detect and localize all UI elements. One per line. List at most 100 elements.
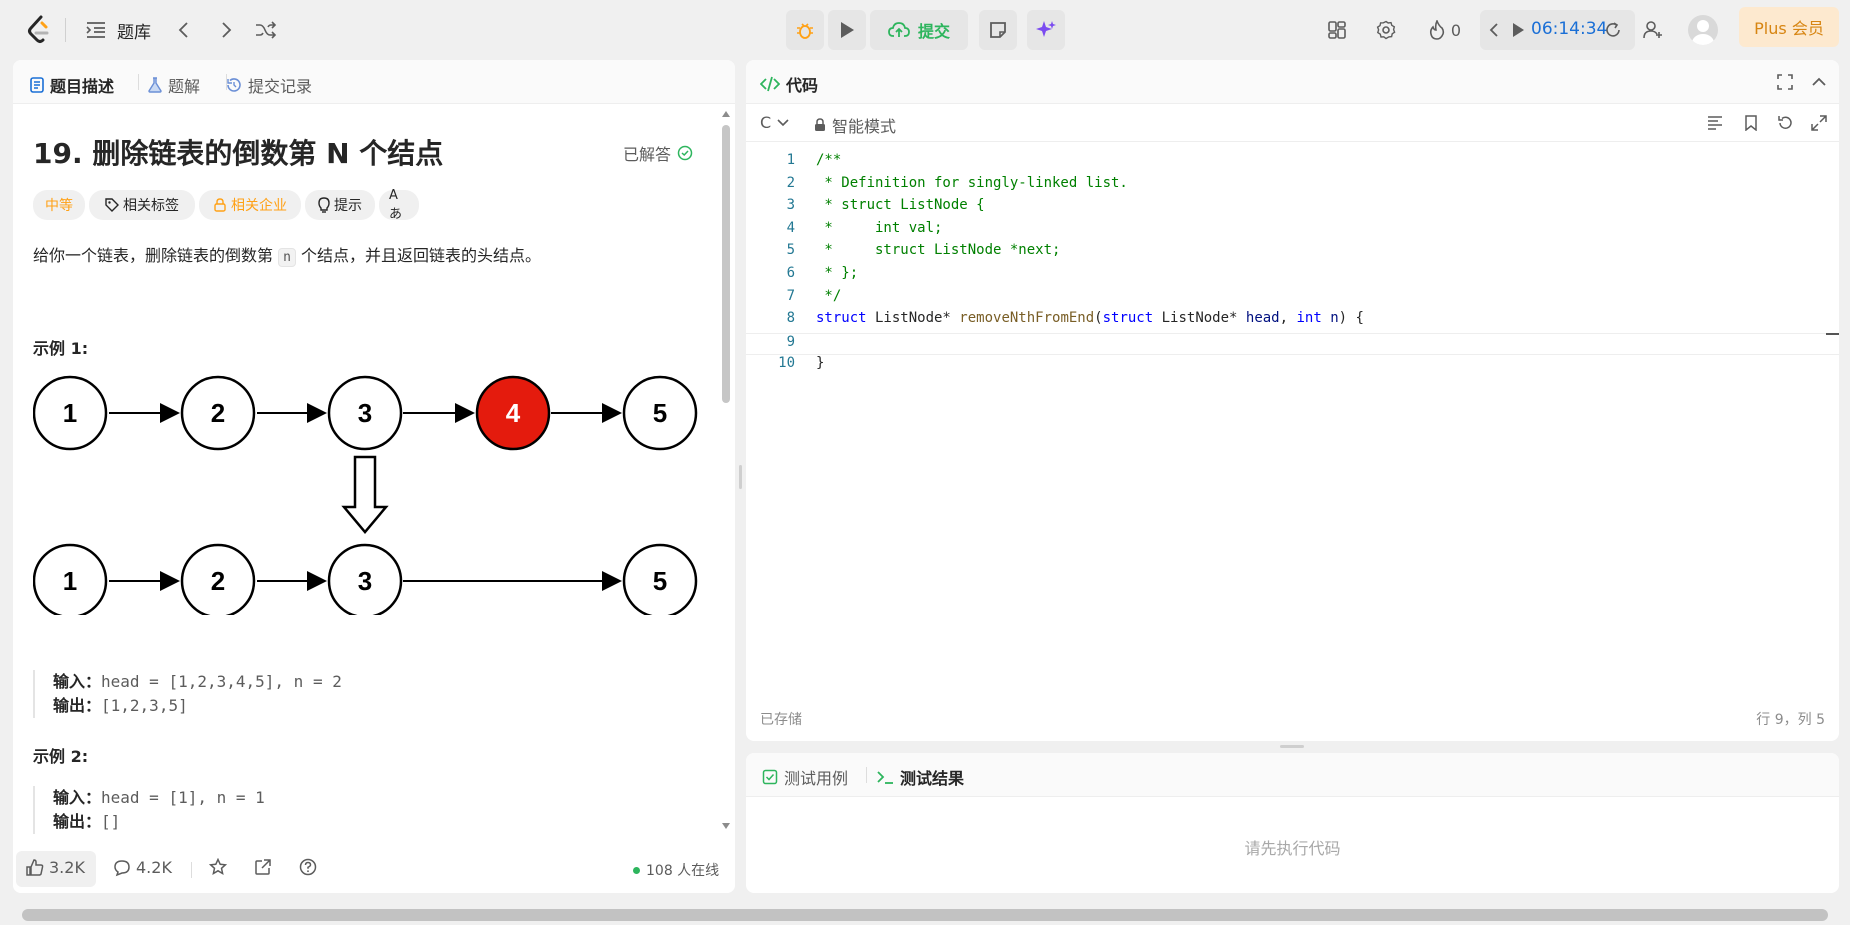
bookmark-icon[interactable] — [1742, 114, 1760, 132]
solved-label: 已解答 — [623, 145, 672, 164]
related-tags-button[interactable]: 相关标签 — [89, 190, 195, 220]
related-tags-label: 相关标签 — [123, 198, 179, 214]
streak-count: 0 — [1450, 20, 1462, 40]
problem-list-label[interactable]: 题库 — [117, 18, 151, 43]
expand-icon[interactable] — [1810, 114, 1828, 132]
problem-list-icon[interactable] — [84, 18, 108, 42]
problem-tabs: 题目描述 题解 提交记录 — [13, 60, 735, 104]
checkbox-icon — [762, 769, 778, 785]
footer-divider — [191, 862, 192, 878]
comments-button[interactable]: 4.2K — [113, 858, 172, 877]
debug-button[interactable] — [786, 10, 824, 50]
run-button[interactable] — [828, 10, 866, 50]
shuffle-icon[interactable] — [254, 18, 278, 42]
smart-mode-toggle[interactable]: 智能模式 — [814, 113, 896, 137]
tab-submissions[interactable]: 提交记录 — [226, 73, 312, 97]
layout-icon[interactable] — [1325, 18, 1349, 42]
lock-icon — [815, 118, 825, 131]
share-button[interactable] — [254, 858, 272, 876]
language-select[interactable]: C — [760, 113, 789, 132]
code-line[interactable]: 8 struct ListNode* removeNthFromEnd(struc… — [746, 310, 1839, 332]
divider — [65, 18, 66, 42]
difficulty-badge: 中等 — [33, 190, 85, 220]
code-line[interactable]: 7 */ — [746, 288, 1839, 310]
check-circle-icon — [677, 145, 693, 161]
settings-icon[interactable] — [1374, 18, 1398, 42]
problem-title[interactable]: 19. 删除链表的倒数第 N 个结点 — [33, 132, 443, 172]
tab-testcases[interactable]: 测试用例 — [762, 765, 848, 789]
help-button[interactable] — [299, 858, 317, 876]
code-line[interactable]: 4 * int val; — [746, 220, 1839, 242]
user-avatar[interactable] — [1688, 15, 1718, 45]
favorite-button[interactable] — [209, 858, 227, 876]
note-button[interactable] — [979, 10, 1017, 50]
problem-description: 给你一个链表，删除链表的倒数第 n 个结点，并且返回链表的头结点。 — [33, 242, 541, 267]
line-number: 2 — [786, 174, 795, 191]
code-line[interactable]: 3 * struct ListNode { — [746, 197, 1839, 219]
collapse-icon[interactable] — [1810, 73, 1828, 91]
online-label: 108 人在线 — [646, 863, 720, 879]
like-button[interactable]: 3.2K — [26, 858, 85, 877]
add-friend-icon[interactable] — [1640, 18, 1666, 42]
line-number: 7 — [786, 287, 795, 304]
code-line[interactable]: 1 /** — [746, 152, 1839, 174]
example-1-title: 示例 1: — [33, 339, 89, 358]
test-tabs: 测试用例 测试结果 — [746, 753, 1839, 797]
reset-icon[interactable] — [1776, 114, 1794, 132]
note-icon — [990, 22, 1006, 38]
test-panel: 测试用例 测试结果 请先执行代码 — [746, 753, 1839, 893]
tab-solutions[interactable]: 题解 — [148, 73, 200, 97]
streak-counter[interactable]: 0 — [1421, 18, 1469, 42]
tab-description[interactable]: 题目描述 — [30, 73, 114, 97]
translate-icon: Aあ — [389, 188, 403, 222]
submit-label: 提交 — [917, 22, 950, 41]
code-line[interactable]: 5 * struct ListNode *next; — [746, 242, 1839, 264]
submit-button[interactable]: 提交 — [870, 10, 968, 50]
code-area[interactable]: 1 /** 2 * Definition for singly-linked lis… — [746, 152, 1839, 692]
horizontal-resize-handle[interactable] — [1280, 745, 1304, 748]
inline-code-n: n — [278, 248, 296, 267]
page-horizontal-scrollbar[interactable] — [22, 909, 1828, 921]
tab-test-results-label: 测试结果 — [900, 769, 965, 788]
editor-title-label: 代码 — [786, 76, 819, 95]
vertical-resize-handle[interactable] — [739, 465, 742, 489]
output-label: 输出： — [53, 812, 102, 831]
code-line[interactable]: 6 * }; — [746, 265, 1839, 287]
timer-display: 06:14:34 — [1531, 19, 1608, 39]
hint-button[interactable]: 提示 — [305, 190, 375, 220]
run-code-prompt: 请先执行代码 — [1244, 839, 1341, 858]
plus-membership-button[interactable]: Plus 会员 — [1739, 7, 1839, 47]
tab-test-results[interactable]: 测试结果 — [876, 765, 964, 789]
code-line[interactable]: 10} — [746, 355, 1839, 377]
timer-play-icon[interactable] — [1508, 20, 1528, 40]
code-line[interactable]: 2 * Definition for singly-linked list. — [746, 175, 1839, 197]
fire-icon — [1429, 20, 1445, 40]
history-icon — [227, 78, 241, 92]
tab-divider — [866, 767, 867, 783]
input-label: 输入： — [53, 672, 102, 691]
chevron-right-icon[interactable] — [214, 18, 238, 42]
lock-icon — [214, 198, 226, 212]
code-line[interactable]: 9 — [746, 332, 1839, 355]
timer-reset-icon[interactable] — [1602, 19, 1624, 41]
scroll-down-icon[interactable] — [721, 822, 731, 830]
translate-button[interactable]: Aあ — [379, 188, 419, 222]
minimap-cursor — [1826, 333, 1839, 335]
format-icon[interactable] — [1706, 114, 1724, 132]
related-companies-button[interactable]: 相关企业 — [199, 190, 301, 220]
leetcode-logo-icon[interactable] — [24, 12, 54, 48]
timer-collapse-icon[interactable] — [1486, 20, 1502, 40]
description-scroll-thumb[interactable] — [722, 125, 730, 403]
ai-assistant-button[interactable] — [1027, 10, 1065, 50]
example-2-title: 示例 2: — [33, 747, 89, 766]
save-status: 已存储 — [760, 712, 802, 728]
input-value: head = [1], n = 1 — [101, 788, 265, 807]
fullscreen-icon[interactable] — [1776, 73, 1794, 91]
scroll-up-icon[interactable] — [721, 110, 731, 118]
chevron-left-icon[interactable] — [172, 18, 196, 42]
sparkle-icon — [1036, 21, 1056, 37]
language-value: C — [760, 113, 772, 132]
code-text: * struct ListNode *next; — [816, 242, 1061, 259]
output-value: [1,2,3,5] — [101, 696, 188, 715]
example-1-output: 输出：[1,2,3,5] — [53, 694, 633, 718]
